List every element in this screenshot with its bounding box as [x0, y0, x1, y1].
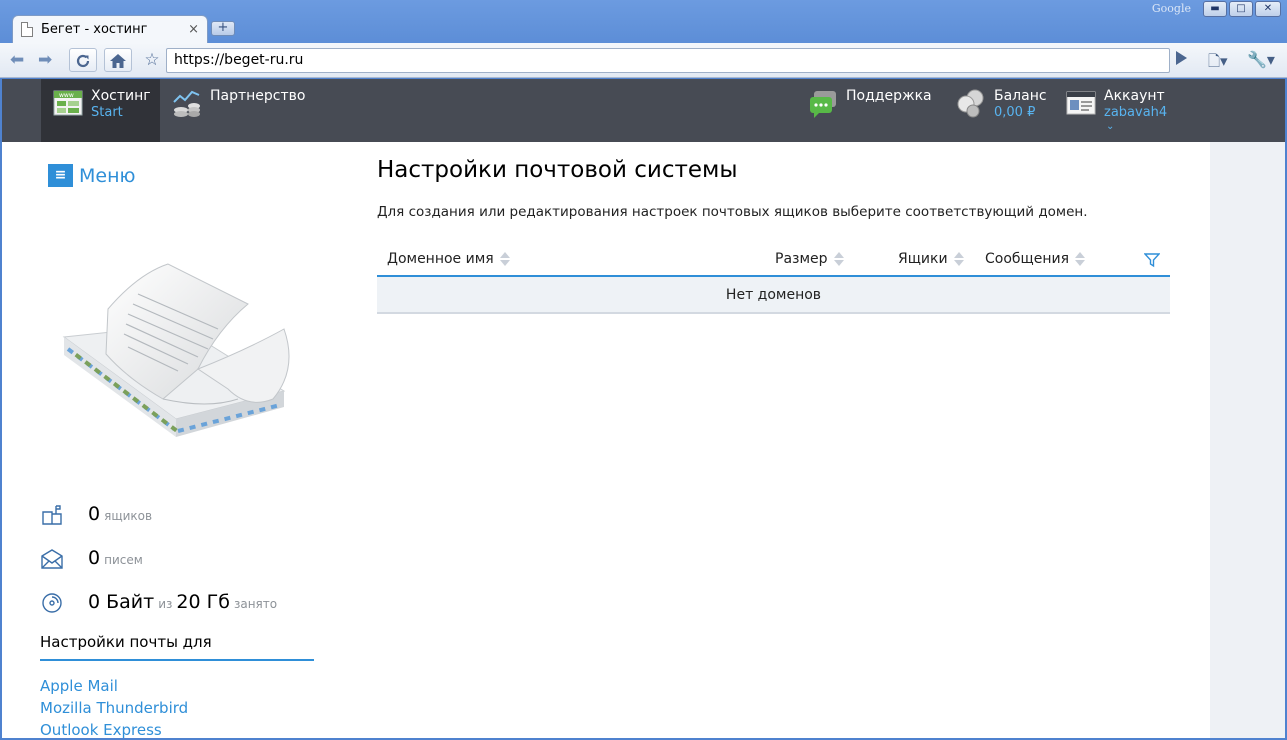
id-card-icon — [1066, 91, 1096, 115]
disk-usage-icon — [42, 593, 62, 613]
coins-icon — [957, 89, 984, 118]
nav-partnership[interactable]: Партнерство — [172, 79, 305, 142]
menu-button[interactable]: ≡ Меню — [48, 164, 136, 187]
nav-support-label: Поддержка — [846, 88, 932, 104]
sort-icon — [1075, 251, 1086, 267]
hamburger-icon: ≡ — [48, 164, 73, 187]
website-viewport: www Хостинг Start Партнерство Поддержка … — [2, 79, 1285, 738]
home-icon — [110, 54, 126, 68]
nav-support[interactable]: Поддержка — [808, 79, 932, 142]
column-mailboxes[interactable]: Ящики — [898, 251, 964, 267]
chart-coins-icon — [173, 90, 200, 117]
page-menu-icon[interactable]: 🗋▾ — [1208, 51, 1228, 76]
column-label: Ящики — [898, 251, 948, 267]
column-label: Сообщения — [985, 251, 1070, 267]
mail-envelope-illustration — [62, 263, 290, 437]
browser-window: Google ▬ □ ✕ Бегет - хостинг × + ⬅ ➡ ☆ h… — [0, 0, 1287, 740]
nav-hosting-plan: Start — [91, 105, 123, 120]
chevron-down-icon[interactable]: ⌄ — [1104, 122, 1167, 132]
chat-bubbles-icon — [810, 91, 836, 118]
table-empty-row: Нет доменов — [377, 277, 1170, 314]
sort-icon — [953, 251, 964, 267]
stat-letters: 0 писем — [40, 547, 147, 571]
link-apple-mail[interactable]: Apple Mail — [40, 675, 188, 697]
minimize-button[interactable]: ▬ — [1203, 1, 1227, 17]
home-button[interactable] — [104, 48, 132, 72]
link-mozilla-thunderbird[interactable]: Mozilla Thunderbird — [40, 697, 188, 719]
stat-storage: 0 Байт из 20 Гб занято — [40, 591, 281, 615]
nav-balance-label: Баланс — [994, 88, 1047, 104]
reload-icon — [76, 54, 90, 68]
mailboxes-count: 0 — [88, 503, 101, 525]
browser-tab[interactable]: Бегет - хостинг × — [12, 15, 208, 43]
nav-partnership-label: Партнерство — [210, 88, 306, 104]
mail-settings-heading: Настройки почты для — [40, 633, 212, 651]
menu-label: Меню — [79, 164, 136, 187]
tab-title: Бегет - хостинг — [41, 22, 148, 37]
column-messages[interactable]: Сообщения — [985, 251, 1086, 267]
mail-clients-list: Apple Mail Mozilla Thunderbird Outlook E… — [40, 675, 188, 738]
nav-hosting[interactable]: www Хостинг Start — [41, 79, 160, 142]
browser-toolbar: ⬅ ➡ ☆ https://beget-ru.ru 🗋▾ 🔧▾ — [0, 43, 1287, 78]
www-server-icon: www — [53, 90, 83, 116]
go-arrow-icon[interactable] — [1176, 51, 1187, 65]
envelope-icon — [41, 549, 63, 569]
browser-brand: Google — [1151, 2, 1191, 15]
tab-close-icon[interactable]: × — [188, 22, 199, 37]
svg-text:www: www — [59, 92, 74, 99]
bookmark-star-icon[interactable]: ☆ — [138, 48, 166, 72]
storage-of: из — [158, 597, 173, 611]
domains-table: Доменное имя Размер Ящики Сообщения Нет … — [377, 243, 1170, 314]
table-header: Доменное имя Размер Ящики Сообщения — [377, 243, 1170, 277]
page-description: Для создания или редактирования настроек… — [377, 204, 1088, 220]
forward-icon[interactable]: ➡ — [38, 48, 52, 72]
page-icon — [21, 22, 33, 37]
stat-mailboxes: 0 ящиков — [40, 503, 156, 527]
storage-suffix: занято — [233, 597, 278, 611]
mailboxes-unit: ящиков — [104, 509, 153, 523]
window-controls: ▬ □ ✕ — [1203, 1, 1281, 17]
wrench-menu-icon[interactable]: 🔧▾ — [1247, 50, 1275, 69]
link-outlook-express[interactable]: Outlook Express — [40, 719, 188, 738]
page-title: Настройки почтовой системы — [377, 157, 738, 183]
storage-total: 20 Гб — [176, 591, 230, 613]
letters-unit: писем — [104, 553, 143, 567]
letters-count: 0 — [88, 547, 101, 569]
filter-icon[interactable] — [1144, 252, 1160, 268]
balance-amount: 0,00 ₽ — [994, 105, 1036, 120]
nav-account[interactable]: Аккаунт zabavah4 ⌄ — [1066, 79, 1167, 142]
address-bar[interactable]: https://beget-ru.ru — [166, 48, 1170, 73]
sort-icon — [499, 251, 510, 267]
nav-hosting-label: Хостинг — [91, 88, 151, 104]
new-tab-button[interactable]: + — [211, 21, 235, 36]
column-label: Доменное имя — [387, 251, 494, 267]
account-username: zabavah4 — [1104, 105, 1168, 120]
site-top-navigation: www Хостинг Start Партнерство Поддержка … — [2, 79, 1285, 142]
close-window-button[interactable]: ✕ — [1255, 1, 1281, 17]
column-label: Размер — [775, 251, 828, 267]
heading-underline — [40, 659, 314, 661]
nav-account-label: Аккаунт — [1104, 88, 1165, 104]
mailbox-icon — [42, 505, 62, 525]
back-icon[interactable]: ⬅ — [10, 48, 24, 72]
nav-balance[interactable]: Баланс 0,00 ₽ — [956, 79, 1047, 142]
right-sidebar-strip — [1210, 142, 1285, 738]
column-domain-name[interactable]: Доменное имя — [387, 251, 510, 267]
column-size[interactable]: Размер — [775, 251, 844, 267]
reload-button[interactable] — [69, 48, 97, 72]
sort-icon — [833, 251, 844, 267]
storage-used: 0 Байт — [88, 591, 155, 613]
maximize-button[interactable]: □ — [1229, 1, 1253, 17]
